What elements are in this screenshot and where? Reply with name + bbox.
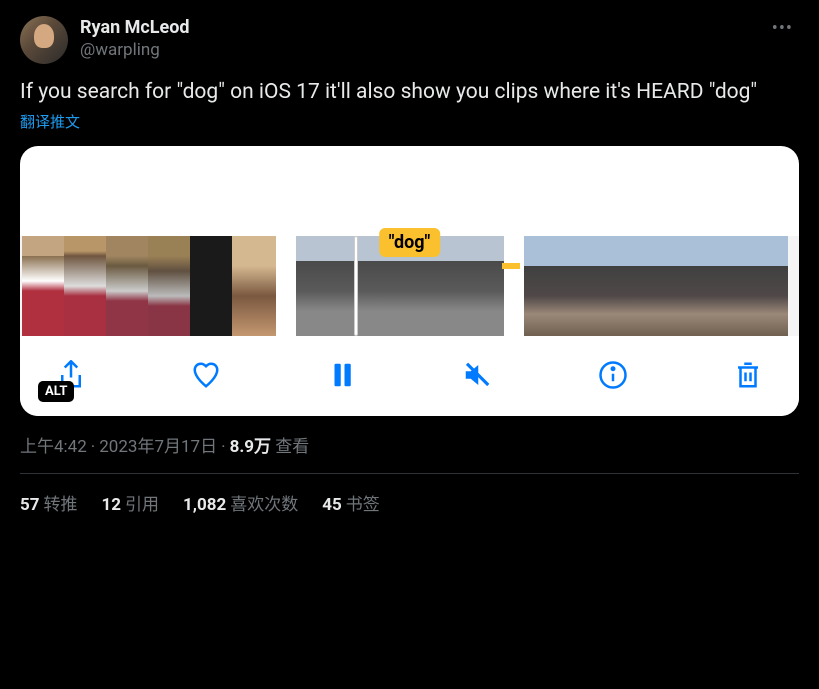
alt-badge[interactable]: ALT — [38, 381, 74, 402]
media-whitespace — [20, 146, 799, 236]
media-toolbar — [20, 336, 799, 416]
clip-group-3 — [524, 236, 788, 336]
tweet-stats: 57转推 12引用 1,082喜欢次数 45书签 — [20, 474, 799, 531]
more-icon[interactable]: ••• — [766, 16, 799, 41]
tweet-meta: 上午4:42·2023年7月17日·8.9万 查看 — [20, 432, 799, 474]
tweet-header: Ryan McLeod @warpling ••• — [20, 16, 799, 64]
retweets-stat[interactable]: 57转推 — [20, 490, 78, 515]
avatar[interactable] — [20, 16, 68, 64]
user-handle: @warpling — [80, 39, 754, 61]
thumbnail — [232, 236, 276, 336]
pause-icon[interactable] — [327, 360, 357, 390]
caption-marker: "dog" — [379, 228, 441, 257]
thumbnail — [190, 236, 232, 336]
quotes-stat[interactable]: 12引用 — [102, 490, 160, 515]
thumbnail — [524, 236, 568, 336]
thumbnail — [568, 236, 612, 336]
thumbnail — [656, 236, 700, 336]
bookmarks-stat[interactable]: 45书签 — [322, 490, 380, 515]
thumbnail — [744, 236, 788, 336]
mute-icon[interactable] — [462, 360, 492, 390]
clip-group-1 — [22, 236, 276, 336]
tweet-time[interactable]: 上午4:42 — [20, 437, 87, 457]
thumbnail — [612, 236, 656, 336]
tweet-container: Ryan McLeod @warpling ••• If you search … — [0, 0, 819, 547]
playhead[interactable] — [354, 236, 358, 336]
thumbnail — [106, 236, 148, 336]
heart-icon[interactable] — [191, 360, 221, 390]
info-icon[interactable] — [598, 360, 628, 390]
display-name: Ryan McLeod — [80, 16, 754, 39]
thumbnail — [22, 236, 64, 336]
thumbnail — [148, 236, 190, 336]
user-info[interactable]: Ryan McLeod @warpling — [80, 16, 754, 61]
translate-link[interactable]: 翻译推文 — [20, 111, 80, 132]
media-card[interactable]: "dog" — [20, 146, 799, 416]
thumbnail — [700, 236, 744, 336]
views-count: 8.9万 — [230, 437, 271, 457]
thumbnail — [64, 236, 106, 336]
tweet-date[interactable]: 2023年7月17日 — [99, 437, 217, 457]
views-label: 查看 — [275, 437, 309, 457]
tweet-text: If you search for "dog" on iOS 17 it'll … — [20, 78, 799, 107]
thumbnail — [296, 236, 348, 336]
thumbnail — [452, 236, 504, 336]
clip-gap — [276, 236, 296, 336]
trash-icon[interactable] — [733, 360, 763, 390]
caption-tick — [502, 263, 520, 269]
clip-gap — [504, 236, 524, 336]
likes-stat[interactable]: 1,082喜欢次数 — [183, 490, 298, 515]
